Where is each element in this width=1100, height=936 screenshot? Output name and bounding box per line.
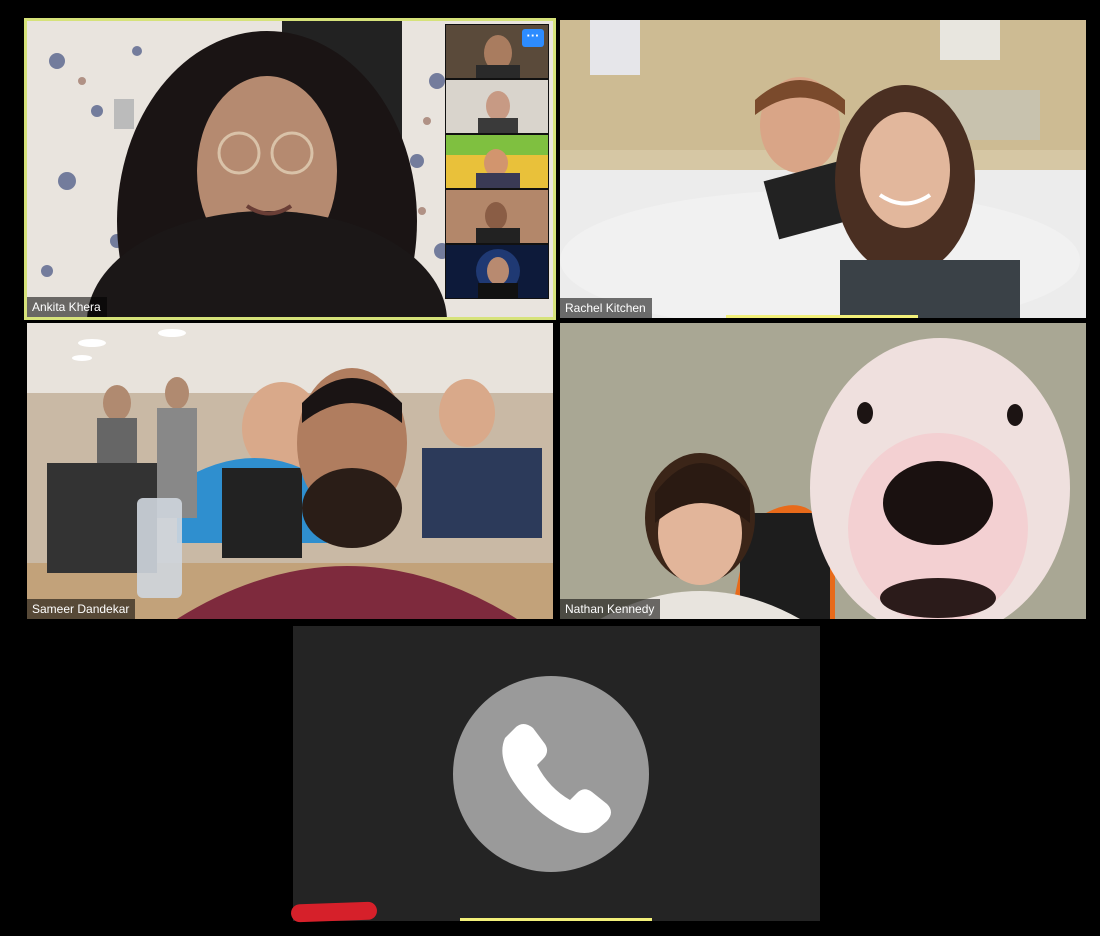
participant-name-label: Sameer Dandekar (27, 599, 136, 619)
participant-thumbnail[interactable] (445, 79, 549, 134)
video-tile-nathan[interactable]: Nathan Kennedy (560, 323, 1086, 619)
participant-name-label: Rachel Kitchen (560, 298, 652, 318)
more-options-button[interactable]: ··· (522, 29, 544, 47)
video-tile-sameer[interactable]: Sameer Dandekar (27, 323, 553, 619)
thumbnail-video (446, 245, 548, 298)
participant-name-label: Ankita Khera (27, 297, 107, 317)
thumbnail-strip: ··· (445, 24, 549, 314)
video-tile-ankita[interactable]: ··· Ankita Khera (24, 18, 556, 320)
speaking-indicator (726, 315, 918, 318)
thumbnail-video (446, 135, 548, 188)
annotation-mark (290, 901, 378, 923)
participant-thumbnail[interactable] (445, 134, 549, 189)
participant-name-label: Nathan Kennedy (560, 599, 661, 619)
video-tile-rachel[interactable]: Rachel Kitchen (560, 20, 1086, 318)
participant-thumbnail[interactable] (445, 189, 549, 244)
participant-thumbnail[interactable]: ··· (445, 24, 549, 79)
video-feed (560, 323, 1086, 619)
call-avatar (453, 676, 649, 872)
speaking-indicator (460, 918, 652, 921)
audio-only-tile[interactable] (293, 626, 820, 921)
participant-thumbnail[interactable] (445, 244, 549, 299)
video-feed (560, 20, 1086, 318)
thumbnail-video (446, 190, 548, 243)
video-feed (27, 323, 553, 619)
phone-icon (502, 724, 611, 833)
thumbnail-video (446, 80, 548, 133)
